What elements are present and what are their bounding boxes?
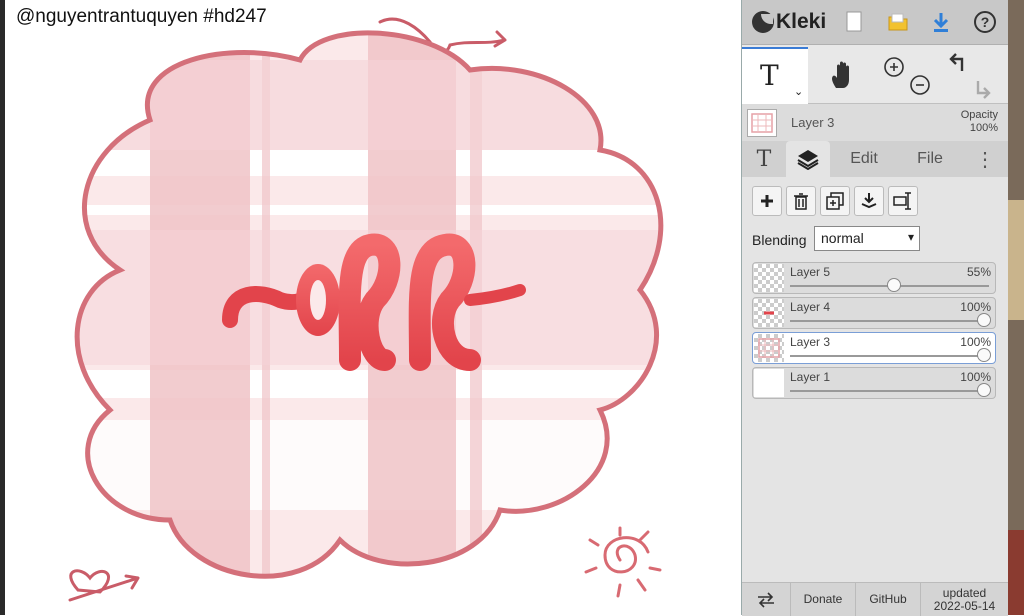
layer-name: Layer 1 bbox=[790, 370, 831, 384]
duplicate-layer-button[interactable] bbox=[820, 186, 850, 216]
top-bar: Kleki ? bbox=[742, 0, 1008, 45]
add-layer-button[interactable] bbox=[752, 186, 782, 216]
tab-text[interactable]: T bbox=[742, 141, 786, 177]
swap-arrows-icon[interactable] bbox=[742, 583, 791, 616]
updated-info[interactable]: updated 2022-05-14 bbox=[921, 583, 1008, 616]
kleki-logo-text: Kleki bbox=[776, 10, 827, 33]
panel-tabs: T Edit File ⋮ bbox=[742, 141, 1008, 177]
drawing-canvas[interactable]: @nguyentrantuquyen #hd247 bbox=[0, 0, 742, 615]
undo-icon bbox=[949, 53, 964, 71]
more-options-icon[interactable]: ⋮ bbox=[970, 141, 1000, 177]
layer-row-layer-3[interactable]: Layer 3 100% bbox=[752, 332, 996, 364]
current-layer-strip: Layer 3 Opacity 100% bbox=[742, 104, 1008, 140]
tab-layers[interactable] bbox=[786, 141, 830, 177]
hand-tool-button[interactable] bbox=[814, 55, 870, 95]
open-folder-icon[interactable] bbox=[886, 10, 910, 34]
zoom-controls bbox=[878, 51, 934, 101]
trash-icon bbox=[794, 193, 808, 210]
tab-edit[interactable]: Edit bbox=[836, 141, 892, 177]
help-icon[interactable]: ? bbox=[973, 10, 997, 34]
canvas-artwork bbox=[68, 17, 664, 602]
layer-thumbnail bbox=[754, 334, 784, 362]
watermark-text: @nguyentrantuquyen #hd247 bbox=[16, 6, 267, 27]
blending-label: Blending bbox=[752, 232, 807, 248]
layer-row-layer-5[interactable]: Layer 5 55% bbox=[752, 262, 996, 294]
layer-row-layer-4[interactable]: Layer 4 100% bbox=[752, 297, 996, 329]
rename-icon bbox=[893, 192, 911, 210]
tab-file[interactable]: File bbox=[902, 141, 958, 177]
duplicate-icon bbox=[826, 192, 844, 210]
layer-opacity: 55% bbox=[966, 265, 991, 279]
opacity-slider-handle[interactable] bbox=[977, 313, 991, 327]
side-panel: Kleki ? T ⌄ Layer 3 Opacity 100% T Edit … bbox=[742, 0, 1008, 616]
opacity-slider-handle[interactable] bbox=[977, 383, 991, 397]
svg-text:?: ? bbox=[981, 14, 990, 30]
layer-thumbnail bbox=[754, 369, 784, 397]
kleki-logo-icon bbox=[752, 11, 774, 33]
opacity-slider-track[interactable] bbox=[790, 355, 989, 357]
updated-date: 2022-05-14 bbox=[933, 598, 996, 613]
layer-opacity: 100% bbox=[960, 335, 991, 349]
opacity-slider-track[interactable] bbox=[790, 320, 989, 322]
layer-name: Layer 3 bbox=[790, 335, 831, 349]
layers-icon bbox=[797, 150, 819, 170]
hand-icon bbox=[832, 61, 849, 88]
layer-opacity: 100% bbox=[960, 300, 991, 314]
text-tool-button[interactable]: T ⌄ bbox=[742, 47, 808, 105]
zoom-out-icon bbox=[910, 75, 930, 95]
new-file-icon[interactable] bbox=[842, 10, 866, 34]
updated-label: updated bbox=[942, 585, 987, 600]
opacity-slider-handle[interactable] bbox=[977, 348, 991, 362]
download-icon[interactable] bbox=[929, 10, 953, 34]
opacity-slider-track[interactable] bbox=[790, 390, 989, 392]
text-tool-icon: T bbox=[760, 59, 779, 92]
layer-name: Layer 5 bbox=[790, 265, 831, 279]
blending-mode-value: normal bbox=[821, 230, 864, 246]
layer-thumbnail bbox=[747, 109, 777, 137]
current-layer-opacity: Opacity 100% bbox=[961, 109, 998, 135]
opacity-value: 100% bbox=[969, 122, 998, 134]
kleki-logo[interactable]: Kleki bbox=[752, 8, 826, 36]
tool-row: T ⌄ bbox=[742, 45, 1008, 105]
delete-layer-button[interactable] bbox=[786, 186, 816, 216]
canvas-left-edge bbox=[0, 0, 5, 615]
undo-redo-controls bbox=[942, 51, 1002, 101]
layer-opacity: 100% bbox=[960, 370, 991, 384]
layers-panel: Blending normal ▾ Layer 5 55% Layer 4 10… bbox=[742, 177, 1008, 582]
footer-bar: Donate GitHub updated 2022-05-14 bbox=[742, 582, 1008, 616]
layer-row-layer-1[interactable]: Layer 1 100% bbox=[752, 367, 996, 399]
merge-down-icon bbox=[861, 193, 877, 209]
donate-link[interactable]: Donate bbox=[791, 583, 856, 616]
layer-name: Layer 4 bbox=[790, 300, 831, 314]
background-photo-strip bbox=[1008, 0, 1024, 615]
chevron-down-icon: ▾ bbox=[907, 230, 914, 244]
zoom-in-icon bbox=[884, 57, 904, 77]
redo-icon bbox=[976, 81, 991, 99]
plus-icon bbox=[761, 195, 773, 207]
github-link[interactable]: GitHub bbox=[856, 583, 921, 616]
blending-mode-select[interactable]: normal ▾ bbox=[814, 226, 920, 251]
current-layer-name: Layer 3 bbox=[791, 115, 835, 130]
layer-thumbnail bbox=[754, 299, 784, 327]
chevron-down-icon[interactable]: ⌄ bbox=[794, 85, 803, 98]
opacity-slider-handle[interactable] bbox=[887, 278, 902, 292]
merge-down-button[interactable] bbox=[854, 186, 884, 216]
rename-layer-button[interactable] bbox=[888, 186, 918, 216]
opacity-label: Opacity bbox=[960, 109, 998, 121]
layer-thumbnail bbox=[754, 264, 784, 292]
